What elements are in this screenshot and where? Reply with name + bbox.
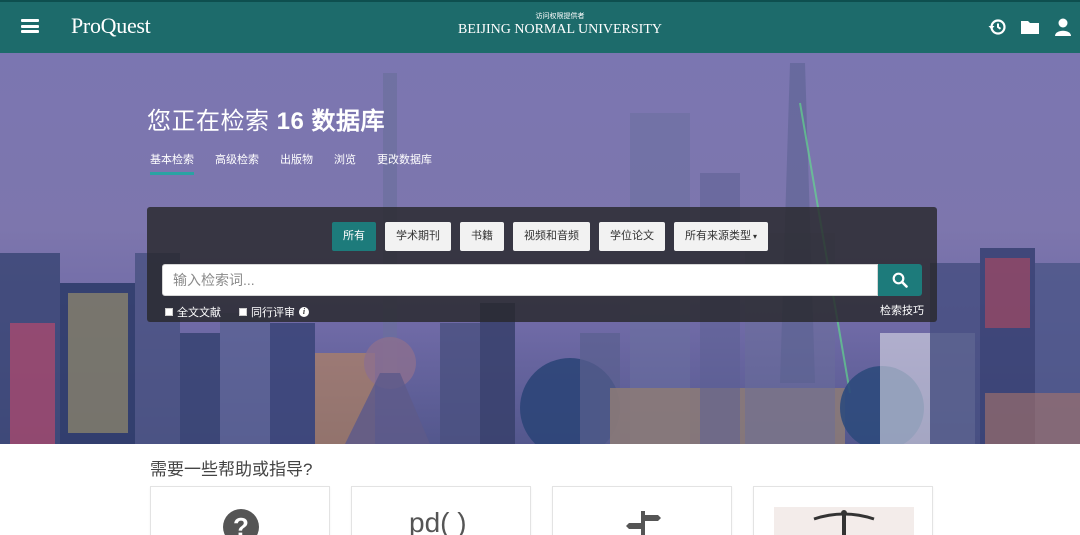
fulltext-checkbox[interactable] [165, 308, 173, 316]
fulltext-label: 全文文献 [177, 307, 221, 319]
filter-scholarly-journals[interactable]: 学术期刊 [385, 222, 451, 251]
top-bar: ProQuest 访问权限提供者 BEIJING NORMAL UNIVERSI… [0, 0, 1080, 53]
nav-browse[interactable]: 浏览 [334, 151, 356, 175]
dropdown-label: 所有来源类型 [685, 230, 751, 242]
info-icon[interactable]: i [299, 307, 309, 317]
search-mode-nav: 基本检索 高级检索 出版物 浏览 更改数据库 [150, 151, 453, 175]
nav-advanced-search[interactable]: 高级检索 [215, 151, 259, 175]
source-type-filters: 所有 学术期刊 书籍 视频和音频 学位论文 所有来源类型 ▾ [332, 222, 777, 251]
institution-banner: 访问权限提供者 BEIJING NORMAL UNIVERSITY [440, 12, 680, 39]
nav-change-databases[interactable]: 更改数据库 [377, 151, 432, 175]
law-scale-image [774, 507, 914, 535]
search-input[interactable] [162, 264, 878, 296]
user-icon[interactable] [1053, 17, 1073, 37]
database-count: 16 数据库 [276, 108, 386, 135]
help-card-faq[interactable]: ? [150, 486, 330, 535]
help-card-law[interactable] [753, 486, 933, 535]
filter-dissertations[interactable]: 学位论文 [599, 222, 665, 251]
pdf-icon: pd( ) [409, 507, 467, 535]
menu-icon[interactable] [21, 19, 39, 33]
history-icon[interactable] [987, 17, 1007, 37]
institution-sub: 访问权限提供者 [535, 13, 585, 20]
help-card-pdf[interactable]: pd( ) [351, 486, 531, 535]
filter-all[interactable]: 所有 [332, 222, 376, 251]
title-prefix: 您正在检索 [147, 108, 270, 135]
hero-banner: 您正在检索 16 数据库 基本检索 高级检索 出版物 浏览 更改数据库 所有 学… [0, 53, 1080, 444]
search-scope-title: 您正在检索 16 数据库 [147, 101, 385, 136]
search-icon [892, 272, 908, 288]
folder-icon[interactable] [1020, 17, 1040, 37]
filter-all-source-types-dropdown[interactable]: 所有来源类型 ▾ [674, 222, 769, 251]
help-heading: 需要一些帮助或指导? [150, 460, 313, 479]
question-icon: ? [223, 509, 259, 535]
peer-reviewed-checkbox[interactable] [239, 308, 247, 316]
peer-reviewed-label: 同行评审 [251, 307, 295, 319]
help-card-guide[interactable] [552, 486, 732, 535]
search-button[interactable] [878, 264, 922, 296]
institution-name: BEIJING NORMAL UNIVERSITY [457, 22, 663, 37]
proquest-logo[interactable]: ProQuest [71, 13, 151, 39]
peer-reviewed-option: 同行评审 i [239, 304, 309, 320]
nav-basic-search[interactable]: 基本检索 [150, 151, 194, 175]
fulltext-option: 全文文献 [165, 304, 221, 320]
nav-publications[interactable]: 出版物 [280, 151, 313, 175]
search-panel: 所有 学术期刊 书籍 视频和音频 学位论文 所有来源类型▾ 全文文献 同行评审 … [147, 207, 937, 322]
search-tips-link[interactable]: 检索技巧 [880, 302, 924, 318]
chevron-down-icon: ▾ [753, 232, 758, 241]
signpost-icon [626, 511, 661, 535]
filter-books[interactable]: 书籍 [460, 222, 504, 251]
filter-video-audio[interactable]: 视频和音频 [513, 222, 590, 251]
